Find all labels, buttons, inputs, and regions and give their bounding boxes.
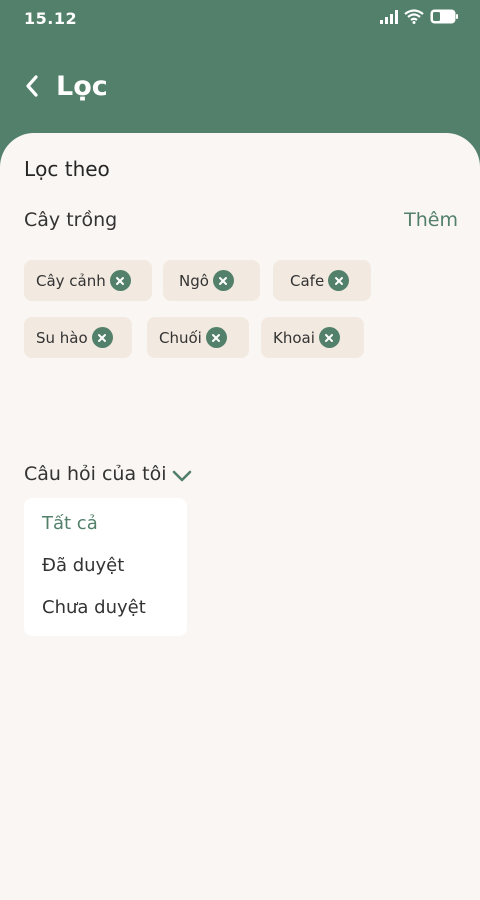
chevron-left-icon (24, 74, 40, 102)
signal-icon (380, 9, 398, 24)
chevron-down-icon (172, 467, 192, 486)
remove-chip-icon[interactable] (91, 327, 113, 348)
option-all[interactable]: Tất cả (42, 513, 98, 534)
my-questions-dropdown: Tất cả Đã duyệt Chưa duyệt (24, 498, 187, 636)
battery-icon (430, 9, 458, 24)
crop-chip-label: Khoai (273, 328, 315, 347)
crop-chip-label: Su hào (36, 328, 88, 347)
remove-chip-icon[interactable] (318, 327, 340, 348)
crop-chip[interactable]: Ngô (163, 260, 260, 301)
crop-chip[interactable]: Su hào (24, 317, 132, 358)
remove-chip-icon[interactable] (109, 270, 131, 291)
crop-chip-label: Ngô (179, 271, 209, 290)
crop-chip[interactable]: Chuối (147, 317, 249, 358)
wifi-icon (404, 9, 424, 24)
my-questions-toggle[interactable] (170, 463, 194, 489)
crop-chip[interactable]: Khoai (261, 317, 364, 358)
header: Lọc (0, 60, 480, 116)
remove-chip-icon[interactable] (328, 270, 350, 291)
crops-label: Cây trồng (24, 209, 118, 231)
crop-chip-label: Cây cảnh (36, 271, 106, 290)
crop-chip-label: Cafe (290, 271, 325, 290)
page-title: Lọc (56, 71, 108, 102)
status-bar: 15.12 (0, 0, 480, 36)
status-time: 15.12 (24, 9, 78, 28)
status-icons (380, 9, 458, 24)
back-button[interactable] (16, 72, 48, 104)
my-questions-label: Câu hỏi của tôi (24, 463, 167, 485)
option-not-approved[interactable]: Chưa duyệt (42, 597, 146, 618)
option-approved[interactable]: Đã duyệt (42, 555, 124, 576)
crop-chip[interactable]: Cafe (273, 260, 371, 301)
crop-chip[interactable]: Cây cảnh (24, 260, 152, 301)
filter-heading: Lọc theo (24, 157, 110, 181)
remove-chip-icon[interactable] (212, 270, 234, 291)
crop-chip-label: Chuối (159, 328, 202, 347)
add-crop-button[interactable]: Thêm (404, 209, 458, 231)
remove-chip-icon[interactable] (205, 327, 227, 348)
filter-sheet: Lọc theo Cây trồng Thêm Cây cảnh Ngô Caf… (0, 133, 480, 900)
